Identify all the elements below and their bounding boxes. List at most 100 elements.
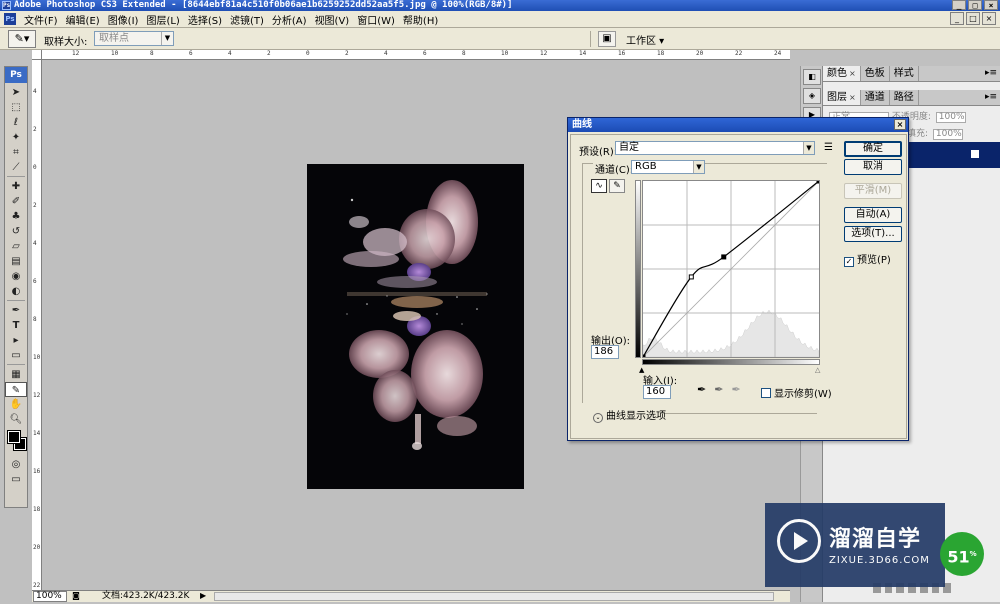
tab-layers[interactable]: 图层 × xyxy=(823,90,861,105)
menu-analysis[interactable]: 分析(A) xyxy=(268,12,311,27)
move-tool-icon[interactable]: ➤ xyxy=(5,85,27,100)
curve-control-point xyxy=(721,254,727,260)
menu-filter[interactable]: 滤镜(T) xyxy=(226,12,268,27)
pen-tool-icon[interactable]: ✒ xyxy=(5,303,27,318)
ruler-tick-label: 20 xyxy=(33,544,41,551)
show-clipping-checkbox[interactable]: 显示修剪(W) xyxy=(761,385,832,400)
quick-mask-icon[interactable]: ◎ xyxy=(5,457,27,472)
options-button[interactable]: 选项(T)... xyxy=(844,226,902,242)
magic-wand-tool-icon[interactable]: ✦ xyxy=(5,130,27,145)
horizontal-ruler[interactable]: 12 10 8 6 4 2 0 2 4 6 8 10 12 14 16 18 20 22 24 xyxy=(42,50,790,60)
path-selection-tool-icon[interactable]: ▸ xyxy=(5,333,27,348)
curve-display-options-toggle[interactable]: ⌄ 曲线显示选项 xyxy=(593,407,666,423)
doc-restore-button[interactable]: □ xyxy=(966,12,980,25)
opacity-field[interactable]: 100% xyxy=(935,112,966,123)
crop-tool-icon[interactable]: ⌗ xyxy=(5,145,27,160)
preset-options-icon[interactable]: ☰ xyxy=(824,142,833,153)
marquee-tool-icon[interactable]: ⬚ xyxy=(5,100,27,115)
white-point-slider-icon[interactable]: △ xyxy=(815,366,820,374)
bridge-icon[interactable]: ▣ xyxy=(598,31,616,47)
brush-tool-icon[interactable]: ✐ xyxy=(5,194,27,209)
workspace-menu[interactable]: 工作区 ▾ xyxy=(626,32,664,47)
curve-points-icon[interactable]: ∿ xyxy=(591,179,607,193)
input-field[interactable]: 160 xyxy=(643,385,671,399)
blur-tool-icon[interactable]: ◉ xyxy=(5,269,27,284)
notes-tool-icon[interactable]: ▦ xyxy=(5,367,27,382)
black-eyedropper-icon[interactable]: ✒ xyxy=(697,383,706,396)
smooth-button[interactable]: 平滑(M) xyxy=(844,183,902,199)
menu-layer[interactable]: 图层(L) xyxy=(142,12,183,27)
horizontal-scrollbar[interactable] xyxy=(214,592,774,601)
lasso-tool-icon[interactable]: ℓ xyxy=(5,115,27,130)
gray-eyedropper-icon[interactable]: ✒ xyxy=(714,383,723,396)
foreground-color-swatch[interactable] xyxy=(7,430,21,444)
tab-paths[interactable]: 路径 xyxy=(890,90,919,105)
ps-logo-icon: Ps xyxy=(4,13,16,25)
menu-select[interactable]: 选择(S) xyxy=(184,12,226,27)
status-menu-arrow-icon[interactable]: ▶ xyxy=(200,591,206,600)
tab-swatches[interactable]: 色板 xyxy=(861,66,890,81)
history-brush-tool-icon[interactable]: ↺ xyxy=(5,224,27,239)
preview-checkbox[interactable]: ✓ 预览(P) xyxy=(844,251,891,267)
dialog-title: 曲线 xyxy=(572,119,592,130)
output-field[interactable]: 186 xyxy=(591,345,619,359)
tab-channels[interactable]: 通道 xyxy=(861,90,890,105)
hand-tool-icon[interactable]: ✋ xyxy=(5,397,27,412)
menu-image[interactable]: 图像(I) xyxy=(104,12,143,27)
menu-edit[interactable]: 编辑(E) xyxy=(62,12,104,27)
menu-view[interactable]: 视图(V) xyxy=(311,12,354,27)
play-logo-icon xyxy=(777,519,821,563)
white-eyedropper-icon[interactable]: ✒ xyxy=(731,383,740,396)
maximize-button[interactable]: □ xyxy=(968,0,982,10)
curve-graph[interactable] xyxy=(640,178,822,360)
eyedropper-tool-preset-icon[interactable]: ✎▾ xyxy=(8,30,36,48)
status-info-icon[interactable]: ◙ xyxy=(70,591,82,602)
preset-select[interactable]: 自定 ▼ xyxy=(615,141,815,155)
zoom-tool-icon[interactable]: 🔍︎ xyxy=(5,412,27,427)
history-icon[interactable]: ◈ xyxy=(803,88,821,104)
cancel-button[interactable]: 取消 xyxy=(844,159,902,175)
vertical-ruler[interactable]: 4 2 0 2 4 6 8 10 12 14 16 18 20 22 xyxy=(32,60,42,590)
tab-styles[interactable]: 样式 xyxy=(890,66,919,81)
eraser-tool-icon[interactable]: ▱ xyxy=(5,239,27,254)
shape-tool-icon[interactable]: ▭ xyxy=(5,348,27,363)
menu-file[interactable]: 文件(F) xyxy=(20,12,62,27)
color-swatches[interactable] xyxy=(5,427,27,457)
screen-mode-icon[interactable]: ▭ xyxy=(5,472,27,487)
doc-minimize-button[interactable]: _ xyxy=(950,12,964,25)
preset-label: 预设(R): xyxy=(579,147,618,158)
zoom-field[interactable]: 100% xyxy=(33,591,67,602)
gradient-tool-icon[interactable]: ▤ xyxy=(5,254,27,269)
minimize-button[interactable]: _ xyxy=(952,0,966,10)
ruler-tick-label: 2 xyxy=(267,50,271,57)
eyedropper-tool-icon[interactable]: ✎ xyxy=(5,382,27,397)
menu-help[interactable]: 帮助(H) xyxy=(399,12,442,27)
pencil-icon[interactable]: ✎ xyxy=(609,179,625,193)
panel-menu-icon[interactable]: ▸≡ xyxy=(985,68,997,78)
dialog-close-button[interactable]: × xyxy=(894,119,906,130)
channel-select[interactable]: RGB ▼ xyxy=(631,160,705,174)
doc-close-button[interactable]: × xyxy=(982,12,996,25)
ruler-tick-label: 18 xyxy=(33,506,41,513)
close-button[interactable]: × xyxy=(984,0,998,10)
auto-button[interactable]: 自动(A) xyxy=(844,207,902,223)
ruler-origin[interactable] xyxy=(32,50,42,60)
toolbox: Ps ➤ ⬚ ℓ ✦ ⌗ ⟋ ✚ ✐ ♣ ↺ ▱ ▤ ◉ ◐ ✒ T ▸ ▭ ▦… xyxy=(4,66,28,508)
tab-color[interactable]: 颜色 × xyxy=(823,66,861,81)
healing-brush-tool-icon[interactable]: ✚ xyxy=(5,179,27,194)
ruler-tick-label: 14 xyxy=(579,50,587,57)
slice-tool-icon[interactable]: ⟋ xyxy=(5,160,27,175)
ok-button[interactable]: 确定 xyxy=(844,141,902,157)
curves-dialog: 曲线 × 预设(R): 自定 ▼ ☰ 通道(C): RGB ▼ ∿ ✎ ▲ △ … xyxy=(567,117,909,441)
document-image[interactable] xyxy=(307,164,524,489)
clone-stamp-tool-icon[interactable]: ♣ xyxy=(5,209,27,224)
navigator-icon[interactable]: ◧ xyxy=(803,69,821,85)
underwater-dancer-photo xyxy=(307,164,524,489)
panel-menu-icon[interactable]: ▸≡ xyxy=(985,92,997,102)
fill-field[interactable]: 100% xyxy=(932,129,963,140)
sample-size-select[interactable]: 取样点 ▼ xyxy=(94,31,174,46)
menu-window[interactable]: 窗口(W) xyxy=(353,12,399,27)
dialog-title-bar[interactable]: 曲线 × xyxy=(568,118,908,132)
dodge-tool-icon[interactable]: ◐ xyxy=(5,284,27,299)
type-tool-icon[interactable]: T xyxy=(5,318,27,333)
